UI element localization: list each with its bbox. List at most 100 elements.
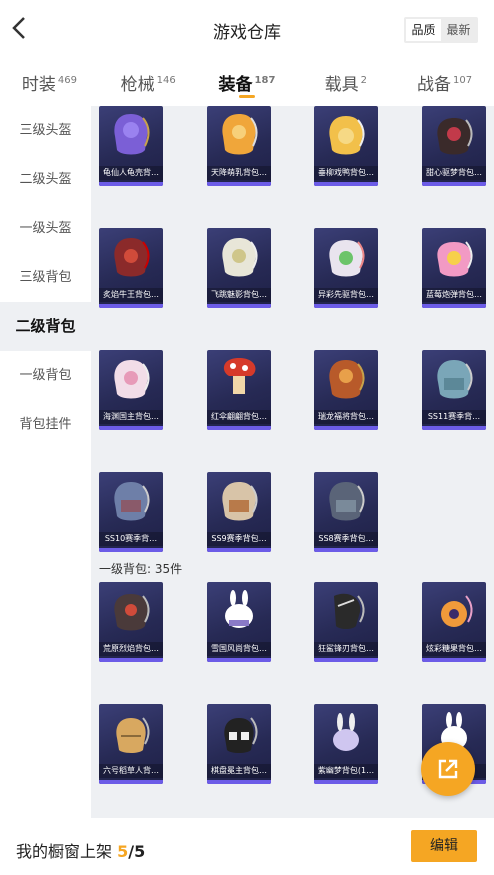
item-card[interactable]: 异彩先驱背包… bbox=[314, 228, 378, 308]
grid-row: 炙焰牛王背包… 飞跳魅影背包… 异彩先驱背包… 蓝莓炮弹背包… bbox=[91, 228, 494, 308]
item-name: 异彩先驱背包… bbox=[314, 288, 378, 302]
item-card[interactable]: SS11赛季背… bbox=[422, 350, 486, 430]
backpack-icon bbox=[114, 114, 150, 155]
backpack-icon bbox=[329, 482, 365, 521]
item-card[interactable]: 红伞翩翩背包… bbox=[207, 350, 271, 430]
item-card[interactable]: 垂柳戏鸭背包… bbox=[314, 106, 378, 186]
item-name: 炫彩糖果背包… bbox=[422, 642, 486, 656]
tab-supplies[interactable]: 战备 107 bbox=[395, 58, 494, 106]
tab-label: 枪械 bbox=[120, 75, 155, 95]
tab-count: 107 bbox=[453, 75, 473, 87]
sidebar-item-level2-helmet[interactable]: 二级头盔 bbox=[0, 155, 91, 204]
tab-fashion[interactable]: 时装 469 bbox=[0, 58, 99, 106]
share-fab[interactable] bbox=[421, 742, 475, 796]
sort-toggle[interactable]: 品质 最新 bbox=[404, 17, 478, 43]
item-card[interactable]: 海渊国主背包… bbox=[99, 350, 163, 430]
tab-equipment[interactable]: 装备 187 bbox=[198, 58, 297, 106]
item-name: SS10赛季背… bbox=[99, 532, 163, 546]
item-name: 龟仙人龟壳背… bbox=[99, 166, 163, 180]
showcase-total: 5 bbox=[134, 842, 146, 861]
item-name: 雪国风尚背包… bbox=[207, 642, 271, 656]
backpack-icon bbox=[333, 713, 359, 751]
sidebar: 三级头盔 二级头盔 一级头盔 三级背包 二级背包 一级背包 背包挂件 bbox=[0, 106, 91, 818]
header: 游戏仓库 品质 最新 bbox=[0, 0, 494, 58]
tab-weapons[interactable]: 枪械 146 bbox=[99, 58, 198, 106]
edit-button[interactable]: 编辑 bbox=[411, 830, 477, 862]
item-card[interactable]: 瑞龙福将背包… bbox=[314, 350, 378, 430]
tab-count: 2 bbox=[360, 75, 367, 87]
showcase-current: 5 bbox=[117, 842, 129, 861]
backpack-icon bbox=[114, 594, 150, 631]
item-name: 蓝莓炮弹背包… bbox=[422, 288, 486, 302]
item-name: SS9赛季背包… bbox=[207, 532, 271, 546]
external-share-icon bbox=[438, 759, 458, 779]
section-heading: 一级背包: 35件 bbox=[99, 562, 183, 576]
item-name: SS11赛季背… bbox=[422, 410, 486, 424]
backpack-icon bbox=[114, 360, 150, 399]
item-card[interactable]: 甜心驱梦背包… bbox=[422, 106, 486, 186]
backpack-icon bbox=[329, 116, 365, 155]
item-name: 紫幽梦背包(1… bbox=[314, 764, 378, 778]
tab-vehicles[interactable]: 载具 2 bbox=[296, 58, 395, 106]
item-name: 炙焰牛王背包… bbox=[99, 288, 163, 302]
item-card[interactable]: 六号稻草人背… bbox=[99, 704, 163, 784]
sidebar-item-level3-backpack[interactable]: 三级背包 bbox=[0, 253, 91, 302]
backpack-icon bbox=[437, 118, 473, 155]
sidebar-item-backpack-pendant[interactable]: 背包挂件 bbox=[0, 400, 91, 449]
item-name: 棋盘冕主背包… bbox=[207, 764, 271, 778]
item-name: SS8赛季背包… bbox=[314, 532, 378, 546]
item-name: 红伞翩翩背包… bbox=[207, 410, 271, 424]
showcase-label: 我的橱窗上架 bbox=[16, 842, 113, 861]
backpack-icon bbox=[441, 595, 473, 627]
backpack-icon bbox=[329, 360, 365, 399]
backpack-icon bbox=[437, 360, 473, 399]
item-name: 狂鲨锋刃背包… bbox=[314, 642, 378, 656]
sidebar-item-level2-backpack[interactable]: 二级背包 bbox=[0, 302, 91, 351]
item-card[interactable]: 荒原烈焰背包… bbox=[99, 582, 163, 662]
item-card[interactable]: SS8赛季背包… bbox=[314, 472, 378, 552]
item-name: 甜心驱梦背包… bbox=[422, 166, 486, 180]
item-name: 天降萌乳背包… bbox=[207, 166, 271, 180]
item-card[interactable]: 炙焰牛王背包… bbox=[99, 228, 163, 308]
item-card[interactable]: 飞跳魅影背包… bbox=[207, 228, 271, 308]
item-card[interactable]: 天降萌乳背包… bbox=[207, 106, 271, 186]
item-grid: 龟仙人龟壳背… 天降萌乳背包… 垂柳戏鸭背包… 甜心驱梦背包… 炙焰牛王背包… … bbox=[91, 106, 494, 818]
backpack-icon bbox=[222, 114, 258, 155]
grid-row: 荒原烈焰背包… 雪国风尚背包… 狂鲨锋刃背包… 炫彩糖果背包… bbox=[91, 582, 494, 662]
sort-option-quality[interactable]: 品质 bbox=[406, 19, 441, 41]
item-card[interactable]: SS9赛季背包… bbox=[207, 472, 271, 552]
tab-count: 187 bbox=[254, 75, 276, 87]
tab-count: 469 bbox=[57, 75, 77, 87]
sidebar-item-level1-backpack[interactable]: 一级背包 bbox=[0, 351, 91, 400]
backpack-icon bbox=[223, 358, 256, 394]
item-card[interactable]: 紫幽梦背包(1… bbox=[314, 704, 378, 784]
sidebar-item-level1-helmet[interactable]: 一级头盔 bbox=[0, 204, 91, 253]
grid-row: 龟仙人龟壳背… 天降萌乳背包… 垂柳戏鸭背包… 甜心驱梦背包… bbox=[91, 106, 494, 186]
item-card[interactable]: 龟仙人龟壳背… bbox=[99, 106, 163, 186]
item-card[interactable]: 炫彩糖果背包… bbox=[422, 582, 486, 662]
backpack-icon bbox=[116, 717, 150, 753]
item-card[interactable]: 雪国风尚背包… bbox=[207, 582, 271, 662]
item-name: 瑞龙福将背包… bbox=[314, 410, 378, 424]
backpack-icon bbox=[329, 240, 365, 277]
item-name: 荒原烈焰背包… bbox=[99, 642, 163, 656]
tab-label: 战备 bbox=[417, 75, 452, 95]
backpack-icon bbox=[114, 238, 150, 277]
item-card[interactable]: 蓝莓炮弹背包… bbox=[422, 228, 486, 308]
backpack-icon bbox=[225, 590, 253, 628]
item-name: 飞跳魅影背包… bbox=[207, 288, 271, 302]
category-tabs: 时装 469 枪械 146 装备 187 载具 2 战备 107 bbox=[0, 58, 494, 106]
backpack-icon bbox=[222, 238, 258, 277]
item-card[interactable]: SS10赛季背… bbox=[99, 472, 163, 552]
backpack-icon bbox=[222, 482, 258, 521]
sidebar-item-level3-helmet[interactable]: 三级头盔 bbox=[0, 106, 91, 155]
tab-count: 146 bbox=[156, 75, 176, 87]
backpack-icon bbox=[334, 593, 365, 629]
item-card[interactable]: 狂鲨锋刃背包… bbox=[314, 582, 378, 662]
backpack-icon bbox=[224, 717, 258, 753]
backpack-icon bbox=[114, 482, 150, 521]
sort-option-newest[interactable]: 最新 bbox=[441, 19, 476, 41]
item-card[interactable]: 棋盘冕主背包… bbox=[207, 704, 271, 784]
bottom-bar: 我的橱窗上架 5/5 编辑 bbox=[0, 818, 494, 875]
grid-row: SS10赛季背… SS9赛季背包… SS8赛季背包… bbox=[91, 472, 494, 552]
